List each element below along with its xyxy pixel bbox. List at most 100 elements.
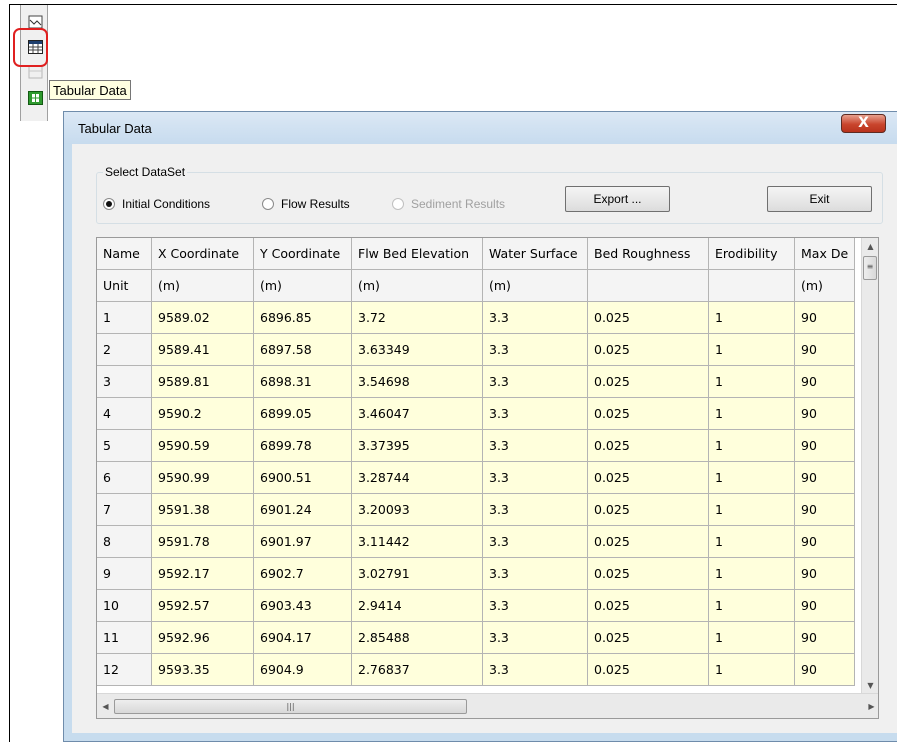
table-cell[interactable]: 0.025 <box>588 622 709 654</box>
column-header[interactable]: Water Surface <box>483 238 588 270</box>
table-cell[interactable]: 2.76837 <box>352 654 483 686</box>
table-cell[interactable]: 9592.57 <box>152 590 254 622</box>
column-header[interactable]: Bed Roughness <box>588 238 709 270</box>
scroll-up-arrow-icon[interactable]: ▲ <box>862 238 878 255</box>
table-cell[interactable]: 1 <box>709 622 795 654</box>
table-cell[interactable]: 3.3 <box>483 430 588 462</box>
green-grid-icon[interactable] <box>28 91 43 105</box>
table-cell[interactable]: 3.3 <box>483 590 588 622</box>
column-header[interactable]: Erodibility <box>709 238 795 270</box>
table-cell[interactable]: 6899.05 <box>254 398 352 430</box>
table-cell[interactable]: 90 <box>795 398 855 430</box>
table-cell[interactable]: 90 <box>795 654 855 686</box>
table-cell[interactable]: 90 <box>795 366 855 398</box>
table-cell[interactable]: 1 <box>709 526 795 558</box>
table-cell[interactable]: 0.025 <box>588 590 709 622</box>
vertical-scroll-thumb[interactable]: ≡ <box>863 256 877 280</box>
table-cell[interactable]: 9589.81 <box>152 366 254 398</box>
horizontal-scrollbar[interactable]: ◀ ||| ▶ <box>97 693 878 718</box>
table-cell[interactable]: 9591.78 <box>152 526 254 558</box>
row-name-cell[interactable]: 11 <box>97 622 152 654</box>
column-header[interactable]: Max De <box>795 238 855 270</box>
close-button[interactable]: X <box>841 114 886 133</box>
table-cell[interactable]: 6897.58 <box>254 334 352 366</box>
table-cell[interactable]: 1 <box>709 398 795 430</box>
row-name-cell[interactable]: 2 <box>97 334 152 366</box>
table-cell[interactable]: 6900.51 <box>254 462 352 494</box>
table-cell[interactable]: 9590.59 <box>152 430 254 462</box>
table-cell[interactable]: 3.3 <box>483 366 588 398</box>
table-cell[interactable]: 9590.99 <box>152 462 254 494</box>
table-cell[interactable]: 3.3 <box>483 462 588 494</box>
chart-icon[interactable] <box>28 15 43 29</box>
table-cell[interactable]: 3.3 <box>483 334 588 366</box>
table-cell[interactable]: 9591.38 <box>152 494 254 526</box>
table-cell[interactable]: 9589.02 <box>152 302 254 334</box>
table-cell[interactable]: 6901.24 <box>254 494 352 526</box>
column-header[interactable]: Y Coordinate <box>254 238 352 270</box>
table-cell[interactable]: 9592.17 <box>152 558 254 590</box>
table-cell[interactable]: 3.3 <box>483 558 588 590</box>
table-cell[interactable]: 1 <box>709 302 795 334</box>
table-cell[interactable]: 9592.96 <box>152 622 254 654</box>
row-name-cell[interactable]: 10 <box>97 590 152 622</box>
horizontal-scroll-thumb[interactable]: ||| <box>114 699 467 714</box>
table-cell[interactable]: 3.3 <box>483 622 588 654</box>
table-cell[interactable]: 3.28744 <box>352 462 483 494</box>
table-cell[interactable]: 0.025 <box>588 334 709 366</box>
table-cell[interactable]: 2.9414 <box>352 590 483 622</box>
table-cell[interactable]: 1 <box>709 654 795 686</box>
table-cell[interactable]: 0.025 <box>588 526 709 558</box>
table-cell[interactable]: 90 <box>795 526 855 558</box>
table-cell[interactable]: 6902.7 <box>254 558 352 590</box>
table-cell[interactable]: 0.025 <box>588 398 709 430</box>
table-cell[interactable]: 90 <box>795 494 855 526</box>
radio-dot-selected[interactable] <box>103 198 115 210</box>
table-cell[interactable]: 1 <box>709 494 795 526</box>
table-cell[interactable]: 90 <box>795 430 855 462</box>
table-cell[interactable]: 90 <box>795 302 855 334</box>
table-cell[interactable]: 3.20093 <box>352 494 483 526</box>
table-cell[interactable]: 6903.43 <box>254 590 352 622</box>
table-cell[interactable]: 1 <box>709 334 795 366</box>
table-cell[interactable]: 3.11442 <box>352 526 483 558</box>
table-cell[interactable]: 6904.17 <box>254 622 352 654</box>
row-name-cell[interactable]: 9 <box>97 558 152 590</box>
table-cell[interactable]: 9590.2 <box>152 398 254 430</box>
table-cell[interactable]: 6899.78 <box>254 430 352 462</box>
table-cell[interactable]: 0.025 <box>588 558 709 590</box>
table-cell[interactable]: 0.025 <box>588 302 709 334</box>
row-name-cell[interactable]: 5 <box>97 430 152 462</box>
table-cell[interactable]: 0.025 <box>588 494 709 526</box>
table-cell[interactable]: 9593.35 <box>152 654 254 686</box>
scroll-down-arrow-icon[interactable]: ▼ <box>862 677 878 694</box>
table-cell[interactable]: 3.54698 <box>352 366 483 398</box>
table-cell[interactable]: 1 <box>709 366 795 398</box>
table-cell[interactable]: 3.02791 <box>352 558 483 590</box>
table-cell[interactable]: 90 <box>795 334 855 366</box>
table-cell[interactable]: 3.3 <box>483 654 588 686</box>
radio-dot[interactable] <box>262 198 274 210</box>
exit-button[interactable]: Exit <box>767 186 872 212</box>
table-cell[interactable]: 0.025 <box>588 430 709 462</box>
row-name-cell[interactable]: 6 <box>97 462 152 494</box>
table-cell[interactable]: 3.3 <box>483 302 588 334</box>
vertical-scrollbar[interactable]: ▲ ≡ ▼ <box>861 238 878 694</box>
table-cell[interactable]: 3.3 <box>483 398 588 430</box>
row-name-cell[interactable]: 8 <box>97 526 152 558</box>
table-cell[interactable]: 3.3 <box>483 494 588 526</box>
table-cell[interactable]: 90 <box>795 622 855 654</box>
table-cell[interactable]: 3.3 <box>483 526 588 558</box>
scroll-left-arrow-icon[interactable]: ◀ <box>97 698 114 715</box>
row-name-cell[interactable]: 1 <box>97 302 152 334</box>
table-cell[interactable]: 0.025 <box>588 366 709 398</box>
export-button[interactable]: Export ... <box>565 186 670 212</box>
title-bar[interactable]: Tabular Data X <box>64 112 897 144</box>
radio-flow-results[interactable]: Flow Results <box>262 197 350 211</box>
table-cell[interactable]: 90 <box>795 558 855 590</box>
data-grid[interactable]: Name X Coordinate Y Coordinate Flw Bed Elev… <box>96 237 879 719</box>
table-cell[interactable]: 6898.31 <box>254 366 352 398</box>
table-cell[interactable]: 6904.9 <box>254 654 352 686</box>
table-cell[interactable]: 90 <box>795 590 855 622</box>
table-cell[interactable]: 1 <box>709 462 795 494</box>
